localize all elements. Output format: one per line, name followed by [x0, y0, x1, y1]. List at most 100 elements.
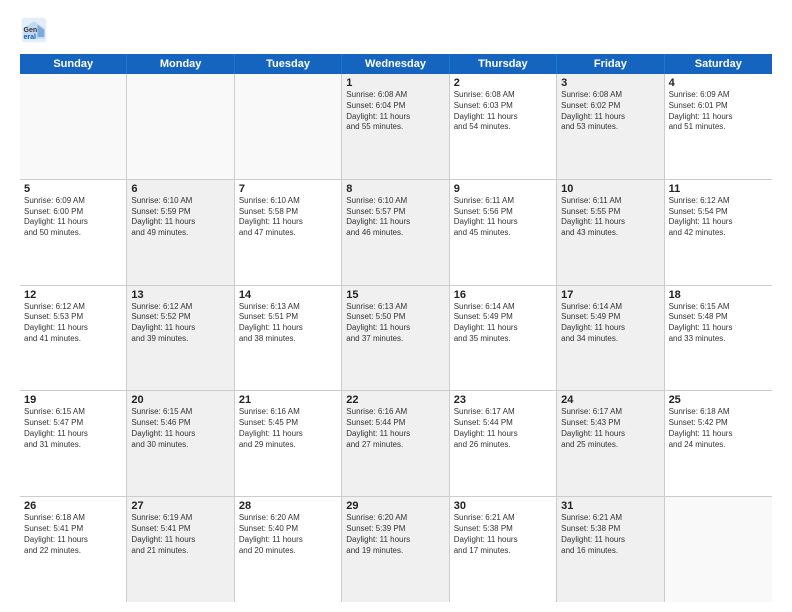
calendar-header: SundayMondayTuesdayWednesdayThursdayFrid…	[20, 54, 772, 74]
header: Gen eral	[20, 16, 772, 44]
calendar-cell: 31Sunrise: 6:21 AM Sunset: 5:38 PM Dayli…	[557, 497, 664, 602]
day-info: Sunrise: 6:09 AM Sunset: 6:00 PM Dayligh…	[24, 196, 122, 239]
day-info: Sunrise: 6:12 AM Sunset: 5:54 PM Dayligh…	[669, 196, 768, 239]
calendar-cell: 30Sunrise: 6:21 AM Sunset: 5:38 PM Dayli…	[450, 497, 557, 602]
day-number: 8	[346, 183, 444, 195]
calendar-cell: 28Sunrise: 6:20 AM Sunset: 5:40 PM Dayli…	[235, 497, 342, 602]
day-number: 11	[669, 183, 768, 195]
day-info: Sunrise: 6:20 AM Sunset: 5:39 PM Dayligh…	[346, 513, 444, 556]
calendar-cell: 1Sunrise: 6:08 AM Sunset: 6:04 PM Daylig…	[342, 74, 449, 179]
day-number: 14	[239, 289, 337, 301]
calendar-cell: 3Sunrise: 6:08 AM Sunset: 6:02 PM Daylig…	[557, 74, 664, 179]
day-number: 17	[561, 289, 659, 301]
calendar-cell: 9Sunrise: 6:11 AM Sunset: 5:56 PM Daylig…	[450, 180, 557, 285]
calendar-cell: 21Sunrise: 6:16 AM Sunset: 5:45 PM Dayli…	[235, 391, 342, 496]
day-info: Sunrise: 6:17 AM Sunset: 5:44 PM Dayligh…	[454, 407, 552, 450]
day-info: Sunrise: 6:15 AM Sunset: 5:46 PM Dayligh…	[131, 407, 229, 450]
calendar-body: 1Sunrise: 6:08 AM Sunset: 6:04 PM Daylig…	[20, 74, 772, 602]
svg-text:Gen: Gen	[24, 27, 38, 34]
calendar-cell: 22Sunrise: 6:16 AM Sunset: 5:44 PM Dayli…	[342, 391, 449, 496]
logo-icon: Gen eral	[20, 16, 48, 44]
day-number: 20	[131, 394, 229, 406]
day-header-wednesday: Wednesday	[342, 54, 449, 74]
day-number: 5	[24, 183, 122, 195]
day-header-monday: Monday	[127, 54, 234, 74]
day-info: Sunrise: 6:20 AM Sunset: 5:40 PM Dayligh…	[239, 513, 337, 556]
day-number: 19	[24, 394, 122, 406]
day-number: 18	[669, 289, 768, 301]
day-header-sunday: Sunday	[20, 54, 127, 74]
day-number: 29	[346, 500, 444, 512]
calendar: SundayMondayTuesdayWednesdayThursdayFrid…	[20, 54, 772, 602]
page: Gen eral SundayMondayTuesdayWednesdayThu…	[0, 0, 792, 612]
day-header-tuesday: Tuesday	[235, 54, 342, 74]
calendar-week-3: 12Sunrise: 6:12 AM Sunset: 5:53 PM Dayli…	[20, 286, 772, 392]
day-info: Sunrise: 6:18 AM Sunset: 5:41 PM Dayligh…	[24, 513, 122, 556]
calendar-cell: 15Sunrise: 6:13 AM Sunset: 5:50 PM Dayli…	[342, 286, 449, 391]
day-number: 31	[561, 500, 659, 512]
day-info: Sunrise: 6:09 AM Sunset: 6:01 PM Dayligh…	[669, 90, 768, 133]
day-number: 1	[346, 77, 444, 89]
day-header-saturday: Saturday	[665, 54, 772, 74]
day-number: 3	[561, 77, 659, 89]
calendar-week-5: 26Sunrise: 6:18 AM Sunset: 5:41 PM Dayli…	[20, 497, 772, 602]
day-info: Sunrise: 6:14 AM Sunset: 5:49 PM Dayligh…	[561, 302, 659, 345]
calendar-cell: 24Sunrise: 6:17 AM Sunset: 5:43 PM Dayli…	[557, 391, 664, 496]
calendar-cell: 13Sunrise: 6:12 AM Sunset: 5:52 PM Dayli…	[127, 286, 234, 391]
day-info: Sunrise: 6:11 AM Sunset: 5:55 PM Dayligh…	[561, 196, 659, 239]
svg-text:eral: eral	[24, 34, 37, 41]
calendar-cell: 18Sunrise: 6:15 AM Sunset: 5:48 PM Dayli…	[665, 286, 772, 391]
day-info: Sunrise: 6:21 AM Sunset: 5:38 PM Dayligh…	[561, 513, 659, 556]
day-info: Sunrise: 6:15 AM Sunset: 5:47 PM Dayligh…	[24, 407, 122, 450]
day-header-thursday: Thursday	[450, 54, 557, 74]
calendar-cell: 27Sunrise: 6:19 AM Sunset: 5:41 PM Dayli…	[127, 497, 234, 602]
day-info: Sunrise: 6:15 AM Sunset: 5:48 PM Dayligh…	[669, 302, 768, 345]
day-info: Sunrise: 6:12 AM Sunset: 5:53 PM Dayligh…	[24, 302, 122, 345]
day-number: 27	[131, 500, 229, 512]
day-info: Sunrise: 6:12 AM Sunset: 5:52 PM Dayligh…	[131, 302, 229, 345]
day-info: Sunrise: 6:08 AM Sunset: 6:03 PM Dayligh…	[454, 90, 552, 133]
calendar-cell: 16Sunrise: 6:14 AM Sunset: 5:49 PM Dayli…	[450, 286, 557, 391]
day-info: Sunrise: 6:08 AM Sunset: 6:04 PM Dayligh…	[346, 90, 444, 133]
calendar-week-1: 1Sunrise: 6:08 AM Sunset: 6:04 PM Daylig…	[20, 74, 772, 180]
day-number: 7	[239, 183, 337, 195]
calendar-cell: 8Sunrise: 6:10 AM Sunset: 5:57 PM Daylig…	[342, 180, 449, 285]
day-info: Sunrise: 6:11 AM Sunset: 5:56 PM Dayligh…	[454, 196, 552, 239]
day-info: Sunrise: 6:16 AM Sunset: 5:45 PM Dayligh…	[239, 407, 337, 450]
calendar-week-4: 19Sunrise: 6:15 AM Sunset: 5:47 PM Dayli…	[20, 391, 772, 497]
calendar-cell: 26Sunrise: 6:18 AM Sunset: 5:41 PM Dayli…	[20, 497, 127, 602]
day-number: 25	[669, 394, 768, 406]
calendar-cell: 4Sunrise: 6:09 AM Sunset: 6:01 PM Daylig…	[665, 74, 772, 179]
day-number: 16	[454, 289, 552, 301]
calendar-cell: 6Sunrise: 6:10 AM Sunset: 5:59 PM Daylig…	[127, 180, 234, 285]
day-info: Sunrise: 6:08 AM Sunset: 6:02 PM Dayligh…	[561, 90, 659, 133]
day-number: 12	[24, 289, 122, 301]
calendar-cell: 19Sunrise: 6:15 AM Sunset: 5:47 PM Dayli…	[20, 391, 127, 496]
day-header-friday: Friday	[557, 54, 664, 74]
calendar-cell: 23Sunrise: 6:17 AM Sunset: 5:44 PM Dayli…	[450, 391, 557, 496]
day-number: 4	[669, 77, 768, 89]
calendar-cell	[235, 74, 342, 179]
logo: Gen eral	[20, 16, 52, 44]
day-number: 13	[131, 289, 229, 301]
day-number: 28	[239, 500, 337, 512]
day-info: Sunrise: 6:13 AM Sunset: 5:50 PM Dayligh…	[346, 302, 444, 345]
day-info: Sunrise: 6:10 AM Sunset: 5:59 PM Dayligh…	[131, 196, 229, 239]
day-number: 22	[346, 394, 444, 406]
day-info: Sunrise: 6:18 AM Sunset: 5:42 PM Dayligh…	[669, 407, 768, 450]
day-number: 9	[454, 183, 552, 195]
day-info: Sunrise: 6:10 AM Sunset: 5:58 PM Dayligh…	[239, 196, 337, 239]
day-number: 21	[239, 394, 337, 406]
day-number: 26	[24, 500, 122, 512]
day-number: 10	[561, 183, 659, 195]
calendar-cell: 17Sunrise: 6:14 AM Sunset: 5:49 PM Dayli…	[557, 286, 664, 391]
day-info: Sunrise: 6:13 AM Sunset: 5:51 PM Dayligh…	[239, 302, 337, 345]
calendar-cell: 5Sunrise: 6:09 AM Sunset: 6:00 PM Daylig…	[20, 180, 127, 285]
day-info: Sunrise: 6:14 AM Sunset: 5:49 PM Dayligh…	[454, 302, 552, 345]
calendar-cell: 10Sunrise: 6:11 AM Sunset: 5:55 PM Dayli…	[557, 180, 664, 285]
day-info: Sunrise: 6:16 AM Sunset: 5:44 PM Dayligh…	[346, 407, 444, 450]
calendar-week-2: 5Sunrise: 6:09 AM Sunset: 6:00 PM Daylig…	[20, 180, 772, 286]
calendar-cell: 29Sunrise: 6:20 AM Sunset: 5:39 PM Dayli…	[342, 497, 449, 602]
day-info: Sunrise: 6:17 AM Sunset: 5:43 PM Dayligh…	[561, 407, 659, 450]
calendar-cell	[20, 74, 127, 179]
